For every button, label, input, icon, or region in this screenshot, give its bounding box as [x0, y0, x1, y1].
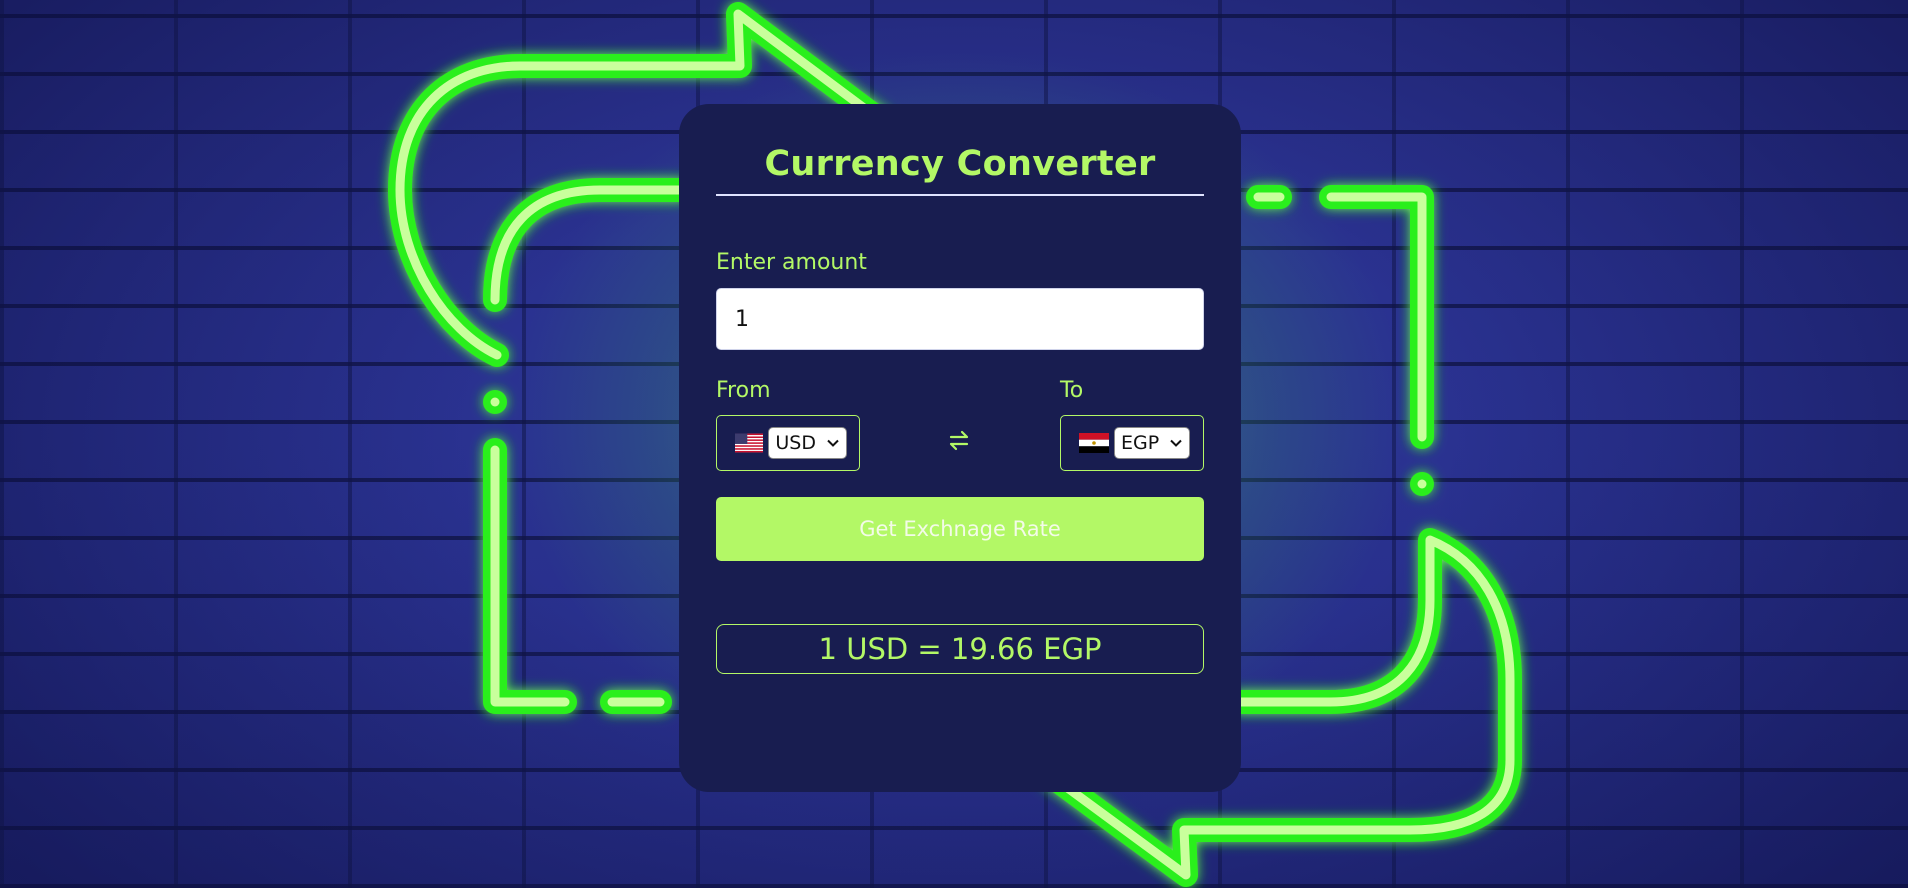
egypt-flag-icon [1079, 433, 1109, 453]
to-currency-box: EGP [1060, 415, 1204, 471]
to-currency-code: EGP [1121, 432, 1160, 454]
to-label: To [1060, 378, 1084, 403]
from-currency-code: USD [775, 432, 816, 454]
title-divider [716, 194, 1204, 196]
chevron-down-icon [1170, 439, 1182, 447]
get-exchange-rate-button[interactable]: Get Exchnage Rate [716, 497, 1204, 561]
exchange-rate-result: 1 USD = 19.66 EGP [716, 624, 1204, 674]
to-currency-select[interactable]: EGP [1114, 427, 1191, 459]
page-title: Currency Converter [764, 144, 1156, 184]
swap-arrows-icon[interactable] [945, 427, 973, 455]
from-label: From [716, 378, 771, 403]
from-currency-box: USD [716, 415, 860, 471]
us-flag-icon [735, 433, 764, 453]
amount-label: Enter amount [716, 250, 867, 275]
chevron-down-icon [827, 439, 839, 447]
converter-card: Currency Converter Enter amount From To … [679, 104, 1241, 792]
from-currency-select[interactable]: USD [768, 427, 847, 459]
amount-input[interactable] [716, 288, 1204, 350]
